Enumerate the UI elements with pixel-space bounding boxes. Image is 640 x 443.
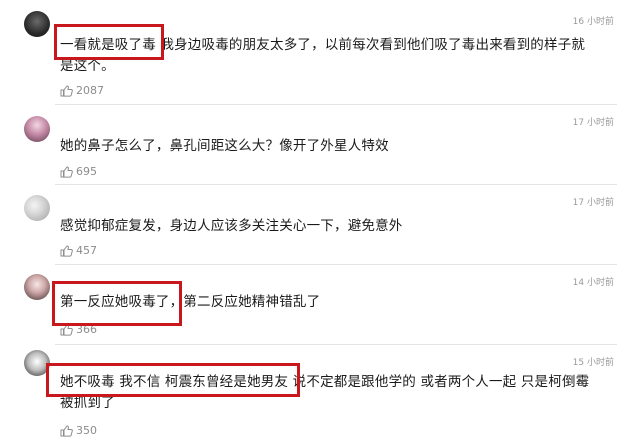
thumbs-up-icon <box>60 323 73 336</box>
like-count: 366 <box>76 323 97 336</box>
like-count: 695 <box>76 165 97 178</box>
like-button[interactable]: 366 <box>60 323 97 336</box>
like-count: 350 <box>76 424 97 437</box>
comment-text: 她的鼻子怎么了，鼻孔间距这么大？像开了外星人特效 <box>60 138 389 154</box>
comment-item: 16 小时前 一看就是吸了毒 我身边吸毒的朋友太多了，以前每次看到他们吸了毒出来… <box>0 0 640 105</box>
comment-timestamp: 17 小时前 <box>572 198 614 208</box>
avatar[interactable] <box>24 195 50 221</box>
like-button[interactable]: 695 <box>60 165 97 178</box>
like-count: 2087 <box>76 84 104 97</box>
like-count: 457 <box>76 244 97 257</box>
comment-timestamp: 17 小时前 <box>572 118 614 128</box>
avatar[interactable] <box>24 11 50 37</box>
thumbs-up-icon <box>60 84 73 97</box>
comment-text: 她不吸毒 我不信 柯震东曾经是她男友 说不定都是跟他学的 或者两个人一起 只是柯… <box>60 374 590 411</box>
comment-timestamp: 14 小时前 <box>572 278 614 288</box>
like-button[interactable]: 2087 <box>60 84 104 97</box>
comment-item: 17 小时前 感觉抑郁症复发，身边人应该多关注关心一下，避免意外 457 <box>0 185 640 265</box>
comment-item: 14 小时前 第一反应她吸毒了，第二反应她精神错乱了 366 <box>0 265 640 345</box>
like-button[interactable]: 457 <box>60 244 97 257</box>
avatar[interactable] <box>24 274 50 300</box>
comment-timestamp: 15 小时前 <box>572 358 614 368</box>
comment-timestamp: 16 小时前 <box>572 17 614 27</box>
thumbs-up-icon <box>60 165 73 178</box>
thumbs-up-icon <box>60 244 73 257</box>
comment-text: 一看就是吸了毒 我身边吸毒的朋友太多了，以前每次看到他们吸了毒出来看到的样子就 … <box>60 37 586 74</box>
comment-item: 17 小时前 她的鼻子怎么了，鼻孔间距这么大？像开了外星人特效 695 <box>0 105 640 185</box>
comment-text: 感觉抑郁症复发，身边人应该多关注关心一下，避免意外 <box>60 218 403 234</box>
comment-text: 第一反应她吸毒了，第二反应她精神错乱了 <box>60 294 321 310</box>
like-button[interactable]: 350 <box>60 424 97 437</box>
thumbs-up-icon <box>60 424 73 437</box>
comment-item: 15 小时前 她不吸毒 我不信 柯震东曾经是她男友 说不定都是跟他学的 或者两个… <box>0 345 640 443</box>
avatar[interactable] <box>24 116 50 142</box>
avatar[interactable] <box>24 350 50 376</box>
